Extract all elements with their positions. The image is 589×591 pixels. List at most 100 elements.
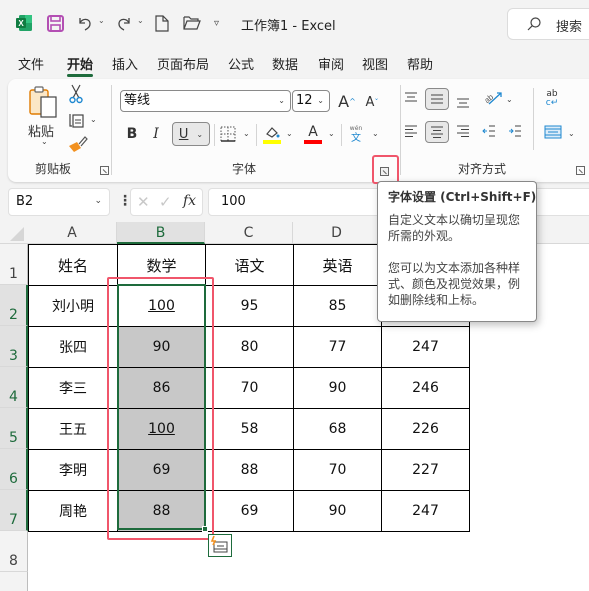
cell-c6[interactable]: 88 [205,449,294,491]
tab-insert[interactable]: 插入 [112,54,138,73]
column-header-d[interactable]: D [293,222,381,244]
paste-dropdown-icon[interactable]: ⌄ [41,137,48,146]
redo-dropdown-icon[interactable]: ⌄ [137,16,144,25]
cell-e3[interactable]: 247 [381,326,470,368]
row-header-6[interactable]: 6 [0,449,28,490]
customize-quick-access-icon[interactable]: ▿ [214,12,219,34]
column-header-a[interactable]: A [28,222,117,244]
select-all-button[interactable] [0,222,28,244]
cell-e4[interactable]: 246 [381,367,470,409]
search-box[interactable]: 搜索 [507,8,589,40]
decrease-font-size-button[interactable]: Aˇ [362,92,382,112]
align-top-icon[interactable] [403,91,419,105]
bold-button[interactable]: B [124,124,140,144]
redo-icon[interactable] [116,12,132,34]
row-header-3[interactable]: 3 [0,326,28,367]
cell-d7[interactable]: 90 [293,490,382,532]
search-label: 搜索 [556,20,583,35]
fill-color-dropdown-icon[interactable]: ⌄ [286,129,293,138]
merge-center-icon[interactable] [543,124,563,140]
enter-icon[interactable]: ✓ [159,193,172,211]
phonetic-guide-button[interactable]: wén 文 [347,123,365,145]
cell-c2[interactable]: 95 [205,285,294,327]
tab-help[interactable]: 帮助 [407,54,433,73]
copy-icon[interactable] [66,110,86,130]
italic-button[interactable]: I [148,124,164,144]
cell-d4[interactable]: 90 [293,367,382,409]
tab-home[interactable]: 开始 [67,54,94,77]
cell-e6[interactable]: 227 [381,449,470,491]
cell-d6[interactable]: 70 [293,449,382,491]
paste-icon[interactable] [28,85,58,119]
alignment-launcher-icon[interactable] [576,166,585,175]
underline-button[interactable]: U ⌄ [172,122,210,146]
cell-d3[interactable]: 77 [293,326,382,368]
merge-dropdown-icon[interactable]: ⌄ [568,129,575,138]
column-header-b[interactable]: B [117,222,205,244]
row-header-9[interactable] [0,572,28,591]
tab-view[interactable]: 视图 [362,54,388,73]
cell-c3[interactable]: 80 [205,326,294,368]
row-header-8[interactable]: 8 [0,531,28,572]
align-middle-icon[interactable] [425,88,449,110]
font-size-combo[interactable]: 12 ⌄ [292,90,330,112]
format-painter-icon[interactable] [68,136,88,154]
increase-indent-icon[interactable] [507,124,523,138]
align-right-icon[interactable] [455,124,471,138]
align-center-icon[interactable] [425,121,449,143]
clipboard-launcher-icon[interactable] [100,166,109,175]
increase-font-size-button[interactable]: A ^ [336,90,358,112]
tab-data[interactable]: 数据 [272,54,298,73]
font-color-dropdown-icon[interactable]: ⌄ [328,129,335,138]
cell-d1[interactable]: 英语 [293,244,382,286]
cell-a5[interactable]: 王五 [28,408,118,450]
row-header-5[interactable]: 5 [0,408,28,449]
cell-d2[interactable]: 85 [293,285,382,327]
cut-icon[interactable] [68,84,84,104]
cell-c1[interactable]: 语文 [205,244,294,286]
cell-a1[interactable]: 姓名 [28,244,118,286]
new-file-icon[interactable] [155,12,169,34]
decrease-indent-icon[interactable] [481,124,497,138]
cell-c4[interactable]: 70 [205,367,294,409]
cell-c7[interactable]: 69 [205,490,294,532]
tab-formulas[interactable]: 公式 [228,54,254,73]
cell-d5[interactable]: 68 [293,408,382,450]
fill-color-icon[interactable] [262,123,282,145]
cancel-icon[interactable]: ✕ [137,193,150,211]
font-name-combo[interactable]: 等线 ⌄ [120,90,291,112]
cell-a2[interactable]: 刘小明 [28,285,118,327]
row-header-4[interactable]: 4 [0,367,28,408]
orientation-icon[interactable]: ab [482,89,504,107]
cell-a6[interactable]: 李明 [28,449,118,491]
tab-file[interactable]: 文件 [18,54,44,73]
cell-a4[interactable]: 李三 [28,367,118,409]
row-header-1[interactable]: 1 [0,244,28,285]
wrap-text-button[interactable]: ab c↵ [543,88,561,110]
phonetic-dropdown-icon[interactable]: ⌄ [372,129,379,138]
column-header-c[interactable]: C [205,222,293,244]
orientation-dropdown-icon[interactable]: ⌄ [506,95,513,104]
open-folder-icon[interactable] [183,12,201,34]
copy-dropdown-icon[interactable]: ⌄ [90,115,97,124]
tab-review[interactable]: 审阅 [318,54,344,73]
cell-e5[interactable]: 226 [381,408,470,450]
save-icon[interactable] [47,12,64,34]
quick-analysis-icon[interactable] [208,534,232,557]
undo-icon[interactable] [77,12,93,34]
borders-icon[interactable] [219,125,237,143]
undo-dropdown-icon[interactable]: ⌄ [98,16,105,25]
tab-page-layout[interactable]: 页面布局 [157,54,209,73]
font-color-button[interactable]: A [303,123,323,145]
cell-a7[interactable]: 周艳 [28,490,118,532]
align-bottom-icon[interactable] [455,95,471,109]
cell-c5[interactable]: 58 [205,408,294,450]
row-header-7[interactable]: 7 [0,490,28,531]
name-box[interactable]: B2 ⌄ [8,188,110,216]
row-header-2[interactable]: 2 [0,285,28,326]
cell-a3[interactable]: 张四 [28,326,118,368]
align-left-icon[interactable] [403,124,419,138]
borders-dropdown-icon[interactable]: ⌄ [243,129,250,138]
insert-function-icon[interactable]: fx [183,193,196,209]
cell-e7[interactable]: 247 [381,490,470,532]
